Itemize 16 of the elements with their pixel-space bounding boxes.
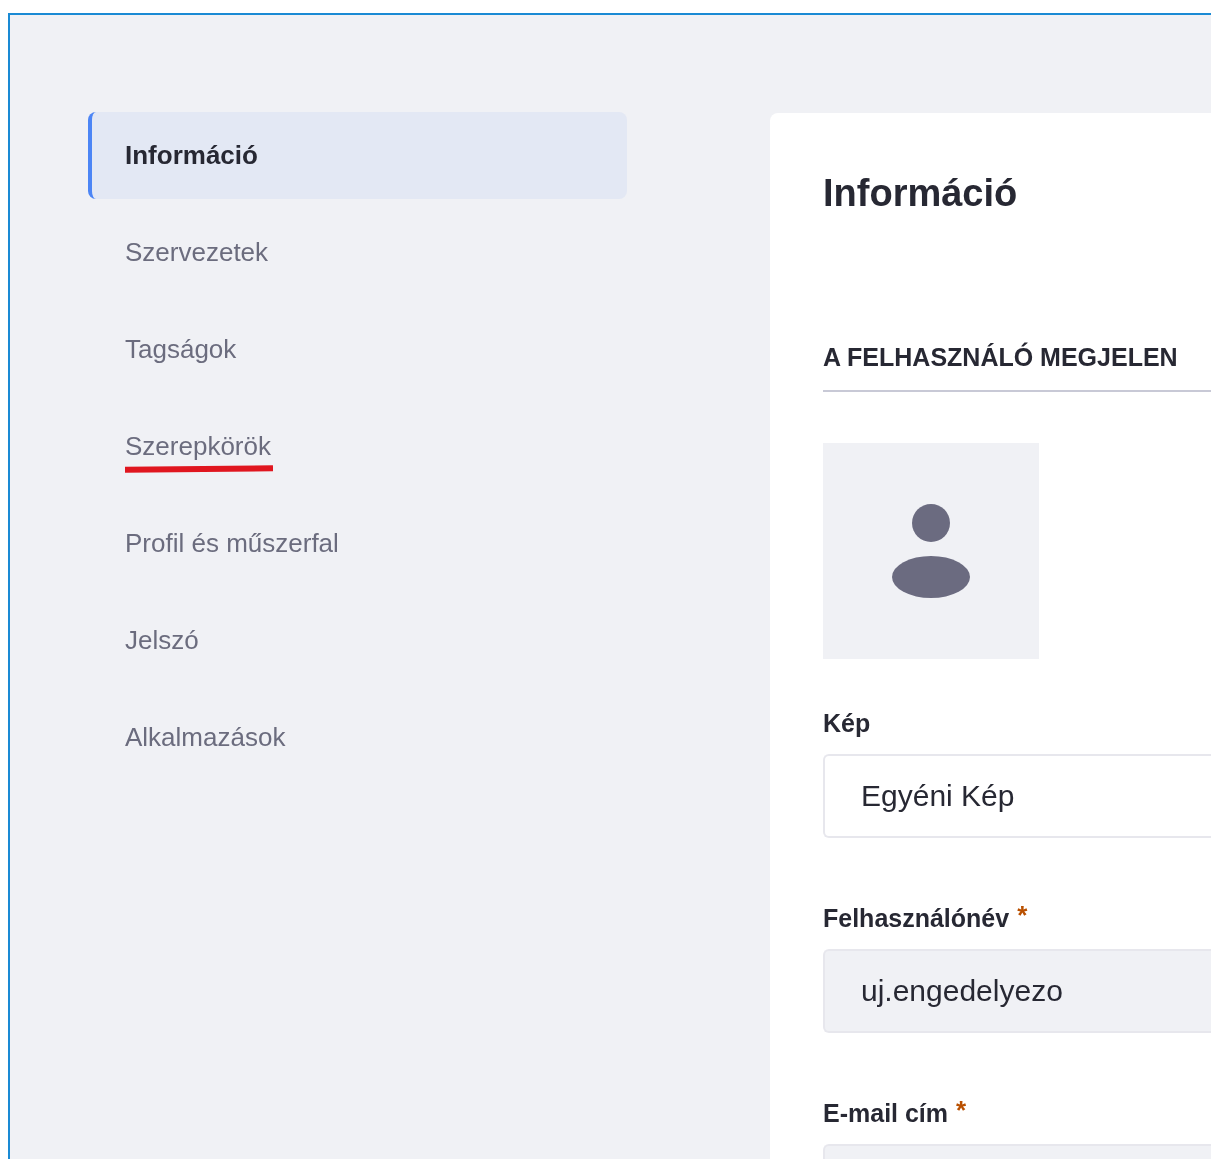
required-mark: * — [1017, 902, 1028, 928]
page-title: Információ — [823, 171, 1019, 216]
field-label: Felhasználónév — [823, 903, 1010, 934]
input-field[interactable]: Egyéni Kép — [823, 754, 1211, 838]
person-icon — [891, 504, 971, 598]
nav-item[interactable]: Alkalmazások — [88, 694, 627, 781]
required-mark: * — [956, 1097, 967, 1123]
nav-item[interactable]: Tagságok — [88, 306, 627, 393]
section-title: A FELHASZNÁLÓ MEGJELEN — [823, 340, 1211, 392]
nav-item[interactable]: Jelszó — [88, 597, 627, 684]
field-label: E-mail cím — [823, 1098, 949, 1129]
nav-item[interactable]: Szervezetek — [88, 209, 627, 296]
nav-item[interactable]: Szerepkörök — [88, 403, 627, 490]
nav-item[interactable]: Profil és műszerfal — [88, 500, 627, 587]
nav-item[interactable]: Információ — [88, 112, 627, 199]
field-label: Kép — [823, 708, 871, 739]
